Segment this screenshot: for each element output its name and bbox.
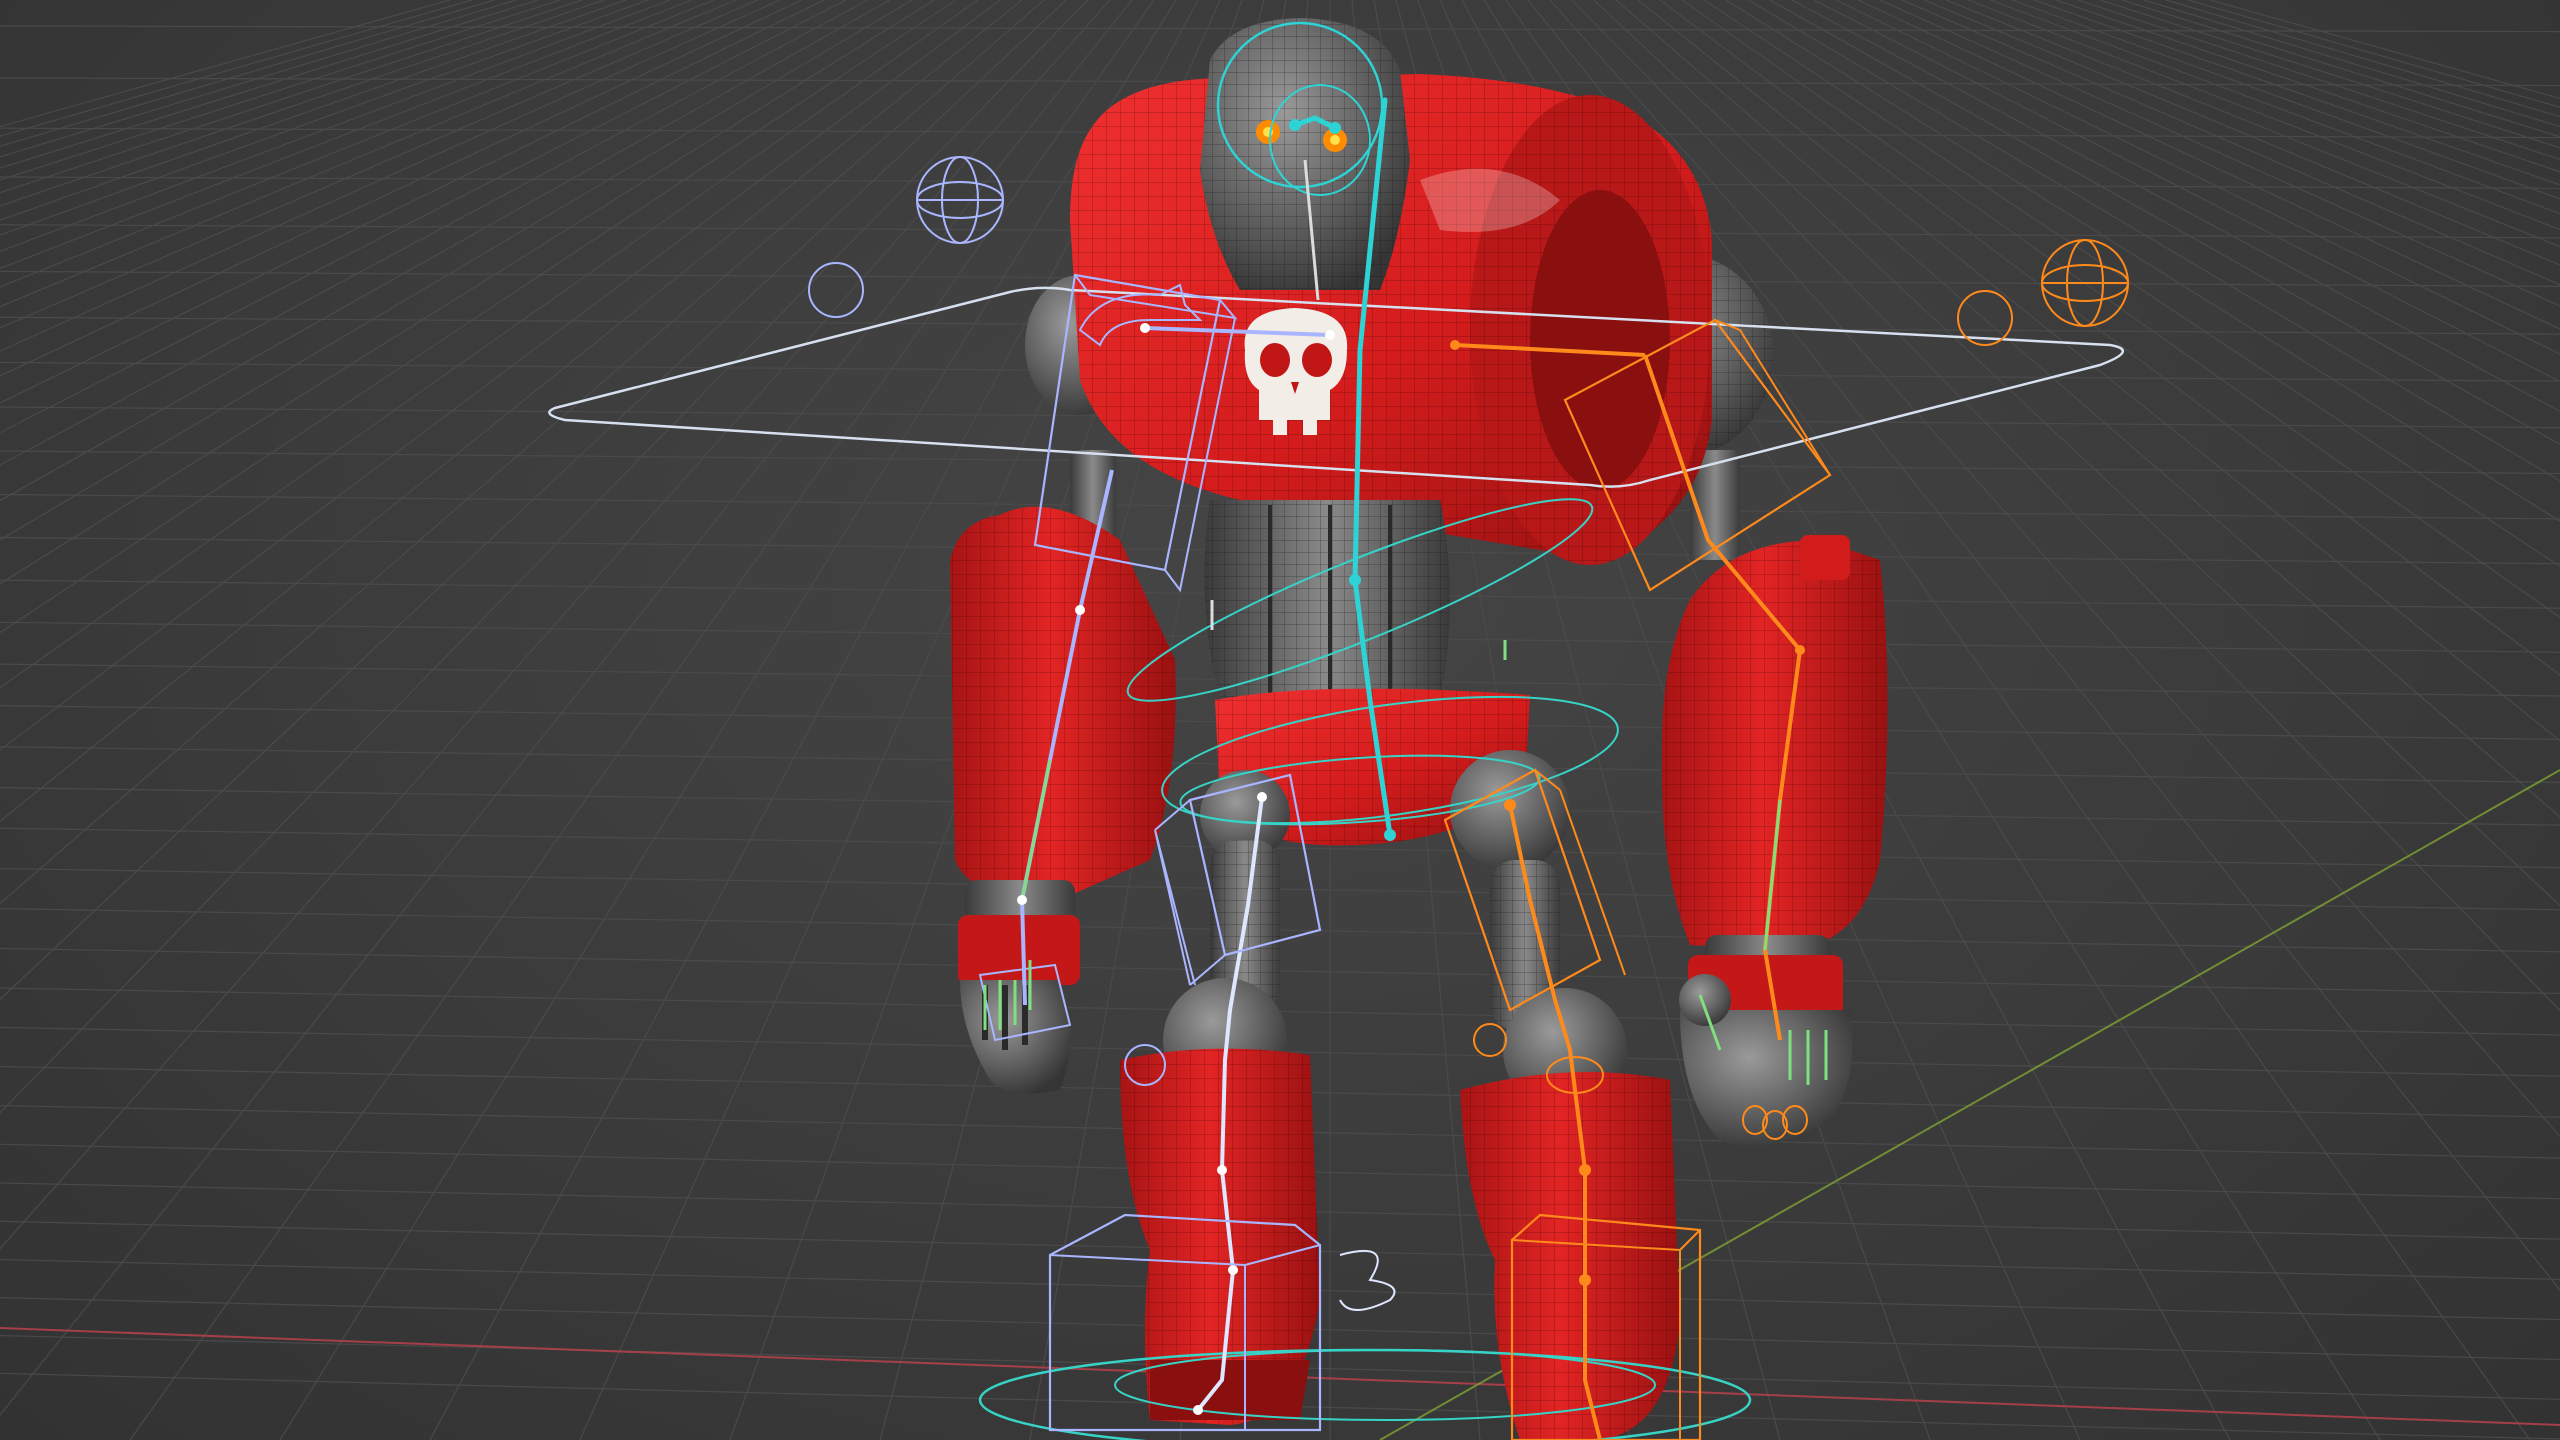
robot-model[interactable] xyxy=(950,18,1888,1440)
right-knee-pole-control[interactable] xyxy=(1473,1023,1507,1057)
3d-viewport[interactable] xyxy=(0,0,2560,1440)
left-hand[interactable] xyxy=(958,880,1080,1094)
right-elbow-pole-target[interactable] xyxy=(1957,290,2013,346)
viewport-canvas[interactable] xyxy=(0,0,2560,1440)
right-arm-ik-target[interactable] xyxy=(2041,239,2129,327)
left-heel-control[interactable] xyxy=(1339,1249,1396,1311)
